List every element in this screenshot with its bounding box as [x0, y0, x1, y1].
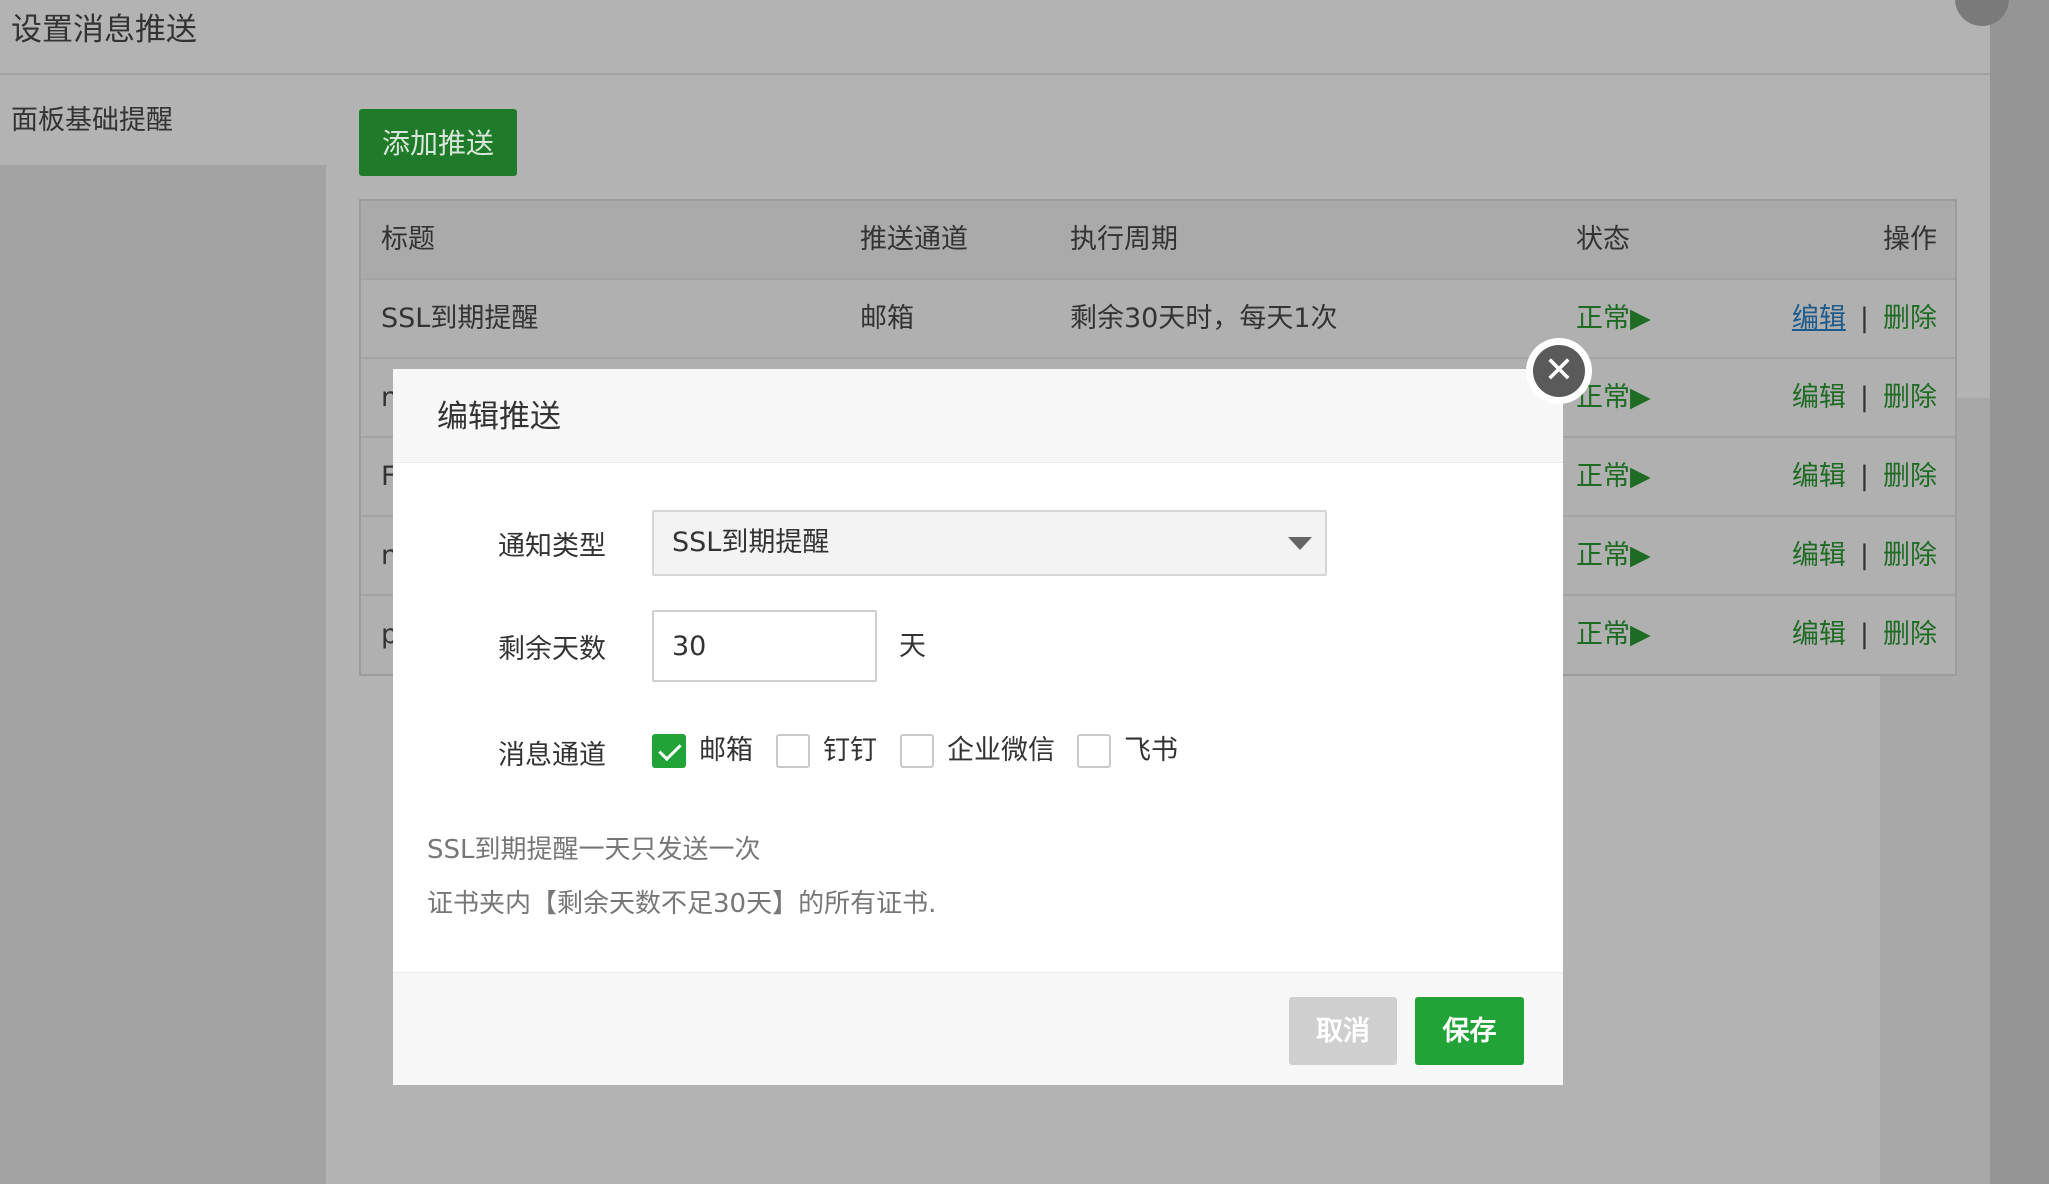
row-ops: 编辑 | 删除: [1792, 280, 1937, 357]
notify-type-select[interactable]: SSL到期提醒: [652, 510, 1327, 576]
cancel-button[interactable]: 取消: [1289, 997, 1397, 1065]
dialog-footer: 取消 保存: [393, 972, 1563, 1085]
dialog-title: 编辑推送: [437, 399, 561, 435]
row-ops: 编辑 | 删除: [1792, 438, 1937, 515]
sidebar: 面板基础提醒: [0, 75, 326, 1184]
row-ops: 编辑 | 删除: [1792, 596, 1937, 673]
delete-link[interactable]: 删除: [1883, 461, 1937, 492]
chevron-down-icon: [1288, 537, 1312, 550]
header-ops: 操作: [1883, 224, 1937, 255]
checkbox-email-label: 邮箱: [699, 735, 753, 766]
row-period: 剩余30天时，每天1次: [1070, 303, 1338, 334]
days-label: 剩余天数: [498, 634, 606, 665]
delete-link[interactable]: 删除: [1883, 619, 1937, 650]
days-input[interactable]: [652, 610, 877, 682]
page-title: 设置消息推送: [11, 12, 197, 48]
row-status-toggle[interactable]: 正常▶: [1576, 280, 1651, 357]
checkbox-wecom-label: 企业微信: [947, 735, 1055, 766]
sidebar-item-panel-alerts[interactable]: 面板基础提醒: [0, 75, 326, 165]
delete-link[interactable]: 删除: [1883, 540, 1937, 571]
days-unit: 天: [899, 631, 926, 662]
delete-link[interactable]: 删除: [1883, 303, 1937, 334]
ops-separator: |: [1859, 540, 1869, 571]
table-header-row: 标题 推送通道 执行周期 状态 操作: [361, 201, 1955, 280]
row-channel: 邮箱: [860, 303, 914, 334]
header-status: 状态: [1576, 224, 1630, 255]
header-channel: 推送通道: [860, 224, 968, 255]
ops-separator: |: [1859, 303, 1869, 334]
add-push-button[interactable]: 添加推送: [359, 109, 517, 176]
ops-separator: |: [1859, 619, 1869, 650]
save-button[interactable]: 保存: [1415, 997, 1524, 1065]
checkbox-feishu-label: 飞书: [1124, 735, 1178, 766]
dialog-header: 编辑推送: [393, 369, 1563, 463]
notify-type-label: 通知类型: [498, 531, 606, 562]
edit-link[interactable]: 编辑: [1792, 382, 1846, 413]
ops-separator: |: [1859, 382, 1869, 413]
row-status-toggle[interactable]: 正常▶: [1576, 438, 1651, 515]
row-ops: 编辑 | 删除: [1792, 359, 1937, 436]
row-status-toggle[interactable]: 正常▶: [1576, 517, 1651, 594]
checkbox-email[interactable]: [652, 734, 686, 768]
checkbox-dingtalk-label: 钉钉: [823, 735, 877, 766]
ops-separator: |: [1859, 461, 1869, 492]
header-period: 执行周期: [1070, 224, 1178, 255]
dialog-close-button[interactable]: ✕: [1529, 341, 1589, 401]
page-edge-strip: [1990, 0, 2049, 1184]
delete-link[interactable]: 删除: [1883, 382, 1937, 413]
edit-link[interactable]: 编辑: [1792, 619, 1846, 650]
row-ops: 编辑 | 删除: [1792, 517, 1937, 594]
channel-label: 消息通道: [498, 740, 606, 771]
close-icon: ✕: [1533, 345, 1585, 397]
header-title: 标题: [381, 224, 435, 255]
checkbox-dingtalk[interactable]: [776, 734, 810, 768]
checkbox-feishu[interactable]: [1077, 734, 1111, 768]
row-title: SSL到期提醒: [381, 303, 539, 334]
help-text-line-1: SSL到期提醒一天只发送一次: [427, 835, 761, 865]
table-row: SSL到期提醒 邮箱 剩余30天时，每天1次 正常▶ 编辑 | 删除: [361, 280, 1955, 359]
edit-link[interactable]: 编辑: [1792, 461, 1846, 492]
help-text-line-2: 证书夹内【剩余天数不足30天】的所有证书.: [427, 889, 937, 919]
notify-type-value: SSL到期提醒: [672, 527, 830, 558]
edit-link[interactable]: 编辑: [1792, 540, 1846, 571]
checkbox-wecom[interactable]: [900, 734, 934, 768]
edit-link[interactable]: 编辑: [1792, 303, 1846, 334]
row-status-toggle[interactable]: 正常▶: [1576, 596, 1651, 673]
edit-push-dialog: 编辑推送 通知类型 SSL到期提醒 剩余天数 天 消息通道 邮箱 钉钉 企业微信…: [393, 369, 1563, 1085]
